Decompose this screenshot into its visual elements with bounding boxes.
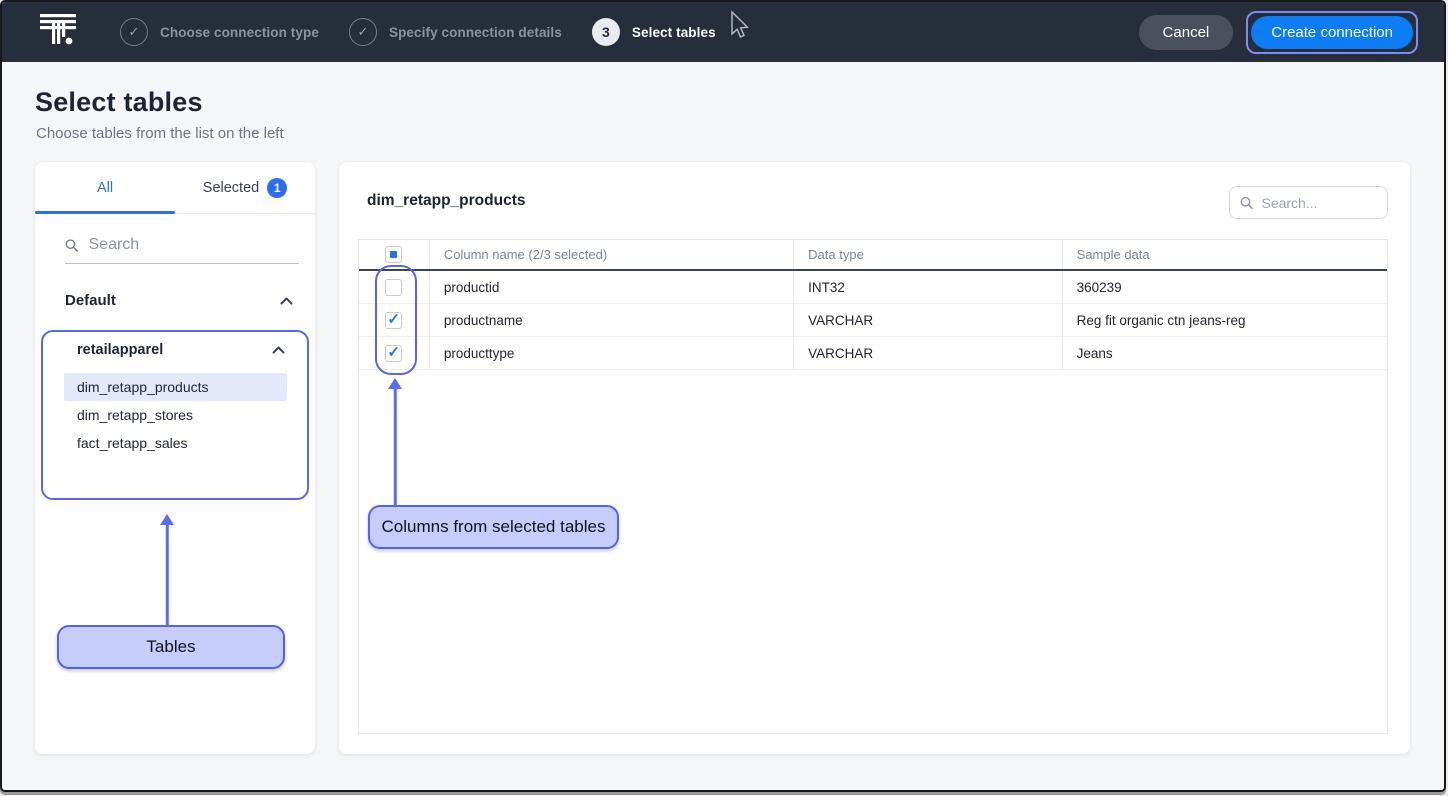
step1-label: Choose connection type	[160, 25, 319, 40]
sidebar-search-input[interactable]	[89, 236, 300, 254]
step-choose-connection-type[interactable]: Choose connection type	[120, 18, 319, 46]
cell-data-type: VARCHAR	[794, 337, 1062, 369]
row-checkbox-productid[interactable]	[385, 279, 402, 296]
row-checkbox-productname[interactable]	[385, 312, 402, 329]
step2-label: Specify connection details	[389, 25, 562, 40]
table-item-label: dim_retapp_stores	[77, 407, 193, 423]
columns-search	[1229, 186, 1388, 219]
step3-label: Select tables	[632, 25, 716, 40]
schema-retailapparel[interactable]: retailapparel	[77, 342, 285, 358]
table-row: productname VARCHAR Reg fit organic ctn …	[359, 304, 1387, 337]
header-column-name: Column name (2/3 selected)	[430, 240, 794, 269]
step-select-tables[interactable]: 3 Select tables	[592, 18, 716, 46]
cell-column-name: producttype	[430, 337, 794, 369]
default-group-label: Default	[65, 292, 116, 309]
tables-callout: Tables	[57, 625, 285, 669]
columns-panel: dim_retapp_products Column name (2/3 sel…	[339, 162, 1410, 754]
selected-count-badge: 1	[267, 178, 287, 198]
sidebar-search	[65, 236, 299, 264]
columns-table-header: Column name (2/3 selected) Data type Sam…	[359, 240, 1387, 271]
header-data-type: Data type	[794, 240, 1062, 269]
wizard-steps: Choose connection type Specify connectio…	[120, 18, 716, 46]
columns-table: Column name (2/3 selected) Data type Sam…	[358, 239, 1388, 734]
columns-search-input[interactable]	[1261, 195, 1377, 211]
columns-callout: Columns from selected tables	[368, 505, 619, 549]
mouse-cursor	[729, 10, 749, 45]
tab-all-label: All	[97, 180, 113, 196]
selected-table-title: dim_retapp_products	[367, 192, 525, 210]
step1-check-icon	[120, 18, 148, 46]
wizard-topbar: Choose connection type Specify connectio…	[2, 2, 1444, 62]
page-subtitle: Choose tables from the list on the left	[36, 125, 284, 142]
step3-number: 3	[592, 18, 620, 46]
chevron-up-icon	[280, 297, 293, 305]
active-tab-indicator	[35, 211, 175, 214]
page-content: Select tables Choose tables from the lis…	[2, 62, 1444, 792]
search-icon	[65, 238, 79, 253]
create-connection-focus-ring: Create connection	[1246, 11, 1418, 54]
sidebar-table-dim-retapp-products[interactable]: dim_retapp_products	[64, 373, 287, 401]
header-sample-data: Sample data	[1063, 240, 1387, 269]
select-all-checkbox[interactable]	[385, 246, 402, 263]
sidebar-tabs: All Selected 1	[35, 162, 315, 214]
cell-sample-data: 360239	[1063, 271, 1387, 303]
table-item-label: dim_retapp_products	[77, 379, 209, 395]
database-group-default[interactable]: Default	[65, 292, 293, 309]
chevron-up-icon	[272, 346, 285, 354]
cancel-button[interactable]: Cancel	[1139, 15, 1234, 50]
search-icon	[1240, 195, 1253, 211]
schema-label: retailapparel	[77, 342, 163, 358]
table-row: productid INT32 360239	[359, 271, 1387, 304]
thoughtspot-logo-icon	[40, 13, 76, 51]
create-connection-button[interactable]: Create connection	[1251, 16, 1413, 49]
cell-data-type: INT32	[794, 271, 1062, 303]
topbar-actions: Cancel Create connection	[1139, 11, 1418, 54]
sidebar-table-fact-retapp-sales[interactable]: fact_retapp_sales	[64, 429, 287, 457]
sidebar-table-dim-retapp-stores[interactable]: dim_retapp_stores	[64, 401, 287, 429]
table-item-label: fact_retapp_sales	[77, 435, 188, 451]
page-title: Select tables	[35, 87, 203, 118]
cell-column-name: productname	[430, 304, 794, 336]
cell-sample-data: Reg fit organic ctn jeans-reg	[1063, 304, 1387, 336]
app-window: Choose connection type Specify connectio…	[0, 0, 1446, 792]
tab-all[interactable]: All	[35, 162, 175, 213]
cell-data-type: VARCHAR	[794, 304, 1062, 336]
step2-check-icon	[349, 18, 377, 46]
cell-sample-data: Jeans	[1063, 337, 1387, 369]
step-specify-connection-details[interactable]: Specify connection details	[349, 18, 562, 46]
tab-selected[interactable]: Selected 1	[175, 162, 315, 213]
cell-column-name: productid	[430, 271, 794, 303]
tables-annotation-arrow	[159, 514, 175, 625]
table-row: producttype VARCHAR Jeans	[359, 337, 1387, 370]
row-checkbox-producttype[interactable]	[385, 345, 402, 362]
tables-sidebar: All Selected 1 Default	[35, 162, 315, 754]
tab-selected-label: Selected	[203, 180, 259, 196]
